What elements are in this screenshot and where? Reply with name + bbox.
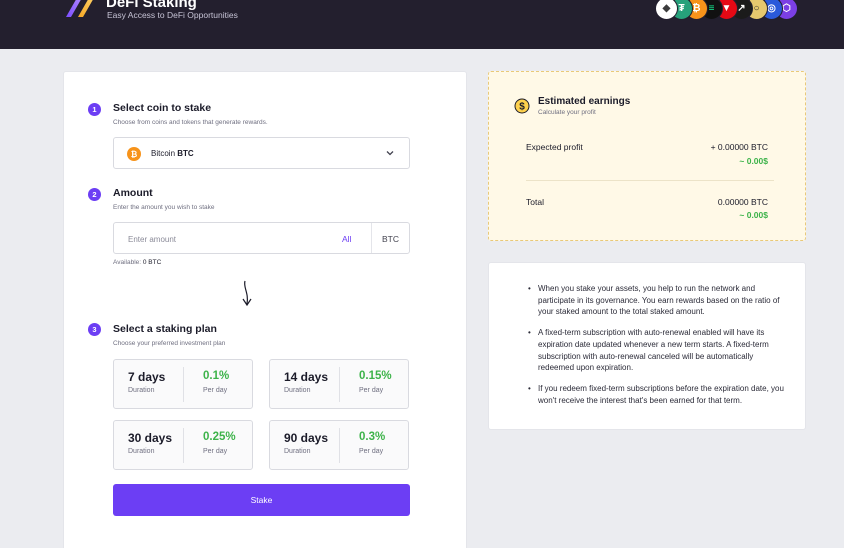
info-item: If you redeem fixed-term subscriptions b… <box>526 383 786 406</box>
plan-rate: 0.25% <box>203 431 236 443</box>
plan-days: 14 days <box>284 370 329 384</box>
plan-rate: 0.3% <box>359 431 386 443</box>
dollar-coin-icon: $ <box>514 98 530 114</box>
info-item: When you stake your assets, you help to … <box>526 283 786 318</box>
plan-duration-label: Duration <box>128 387 155 394</box>
plan-divider <box>339 428 340 463</box>
earnings-subtitle: Calculate your profit <box>538 109 596 116</box>
svg-text:$: $ <box>519 102 525 113</box>
arrow-down-icon <box>242 280 252 307</box>
chevron-down-icon <box>386 151 394 156</box>
plan-per-day-label: Per day <box>203 387 228 394</box>
earnings-divider <box>526 180 774 181</box>
amount-unit: BTC <box>382 234 399 244</box>
staking-form-card: 1 Select coin to stake Choose from coins… <box>63 71 467 548</box>
supported-coins: ◆ ₮ ₿ ≡ ▼ ↗ ○ ◎ ⬡ <box>655 0 805 21</box>
step-3-title: Select a staking plan <box>113 323 217 335</box>
amount-input[interactable] <box>128 231 308 247</box>
plan-per-day-label: Per day <box>359 448 384 455</box>
info-list: When you stake your assets, you help to … <box>526 283 786 415</box>
plan-rate: 0.1% <box>203 370 230 382</box>
plan-days: 7 days <box>128 370 166 384</box>
all-button[interactable]: All <box>342 234 351 244</box>
plan-divider <box>339 367 340 402</box>
selected-coin: Bitcoin BTC <box>151 149 194 158</box>
step-1-subtitle: Choose from coins and tokens that genera… <box>113 119 268 126</box>
plan-per-day-label: Per day <box>359 387 384 394</box>
amount-divider <box>371 223 372 253</box>
expected-profit-label: Expected profit <box>526 142 583 152</box>
step-2-title: Amount <box>113 187 153 199</box>
step-3-badge: 3 <box>88 323 101 336</box>
step-3-subtitle: Choose your preferred investment plan <box>113 340 226 347</box>
plan-per-day-label: Per day <box>203 448 228 455</box>
info-item: A fixed-term subscription with auto-rene… <box>526 327 786 374</box>
total-fiat: ~ 0.00$ <box>739 210 768 220</box>
selected-coin-name: Bitcoin <box>151 149 176 158</box>
plan-duration-label: Duration <box>284 387 311 394</box>
plan-duration-label: Duration <box>128 448 155 455</box>
plan-days: 30 days <box>128 431 173 445</box>
expected-profit-value: + 0.00000 BTC <box>710 142 768 152</box>
coin-select[interactable]: ₿ Bitcoin BTC <box>113 137 410 169</box>
estimated-earnings-card: $ Estimated earnings Calculate your prof… <box>488 71 806 241</box>
stake-button[interactable]: Stake <box>113 484 410 516</box>
step-1-badge: 1 <box>88 103 101 116</box>
plan-duration-label: Duration <box>284 448 311 455</box>
total-value: 0.00000 BTC <box>717 197 768 207</box>
plan-option[interactable]: 90 days Duration 0.3% Per day <box>269 420 409 470</box>
available-value: 0 BTC <box>142 259 162 266</box>
logo-icon <box>66 0 93 17</box>
selected-coin-ticker: BTC <box>177 149 194 158</box>
app-subtitle: Easy Access to DeFi Opportunities <box>107 10 238 20</box>
available-label: Available: <box>113 259 142 266</box>
bitcoin-icon: ₿ <box>127 147 141 161</box>
top-bar: DeFi Staking Easy Access to DeFi Opportu… <box>0 0 844 49</box>
plan-option[interactable]: 14 days Duration 0.15% Per day <box>269 359 409 409</box>
total-label: Total <box>526 197 544 207</box>
available-balance: Available: 0 BTC <box>113 259 161 266</box>
step-2-badge: 2 <box>88 188 101 201</box>
step-2-subtitle: Enter the amount you wish to stake <box>113 204 215 211</box>
step-1-title: Select coin to stake <box>113 102 212 114</box>
plan-divider <box>183 428 184 463</box>
plan-rate: 0.15% <box>359 370 392 382</box>
expected-profit-fiat: ~ 0.00$ <box>739 156 768 166</box>
staking-info-card: When you stake your assets, you help to … <box>488 262 806 430</box>
plan-divider <box>183 367 184 402</box>
amount-field-box: All BTC <box>113 222 410 254</box>
plan-days: 90 days <box>284 431 329 445</box>
plan-option[interactable]: 7 days Duration 0.1% Per day <box>113 359 253 409</box>
plan-option[interactable]: 30 days Duration 0.25% Per day <box>113 420 253 470</box>
earnings-title: Estimated earnings <box>538 96 631 107</box>
